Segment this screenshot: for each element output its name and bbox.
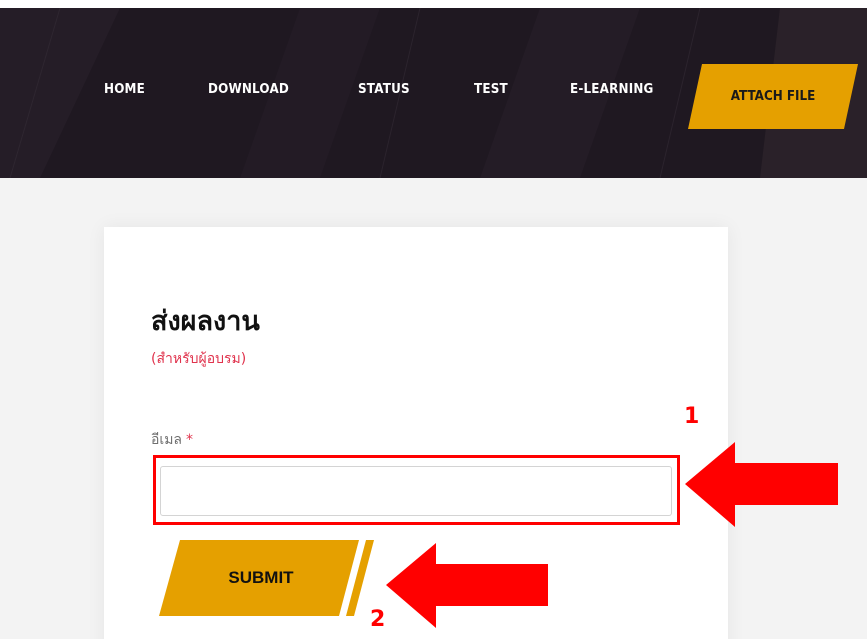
- nav-item-attach-file[interactable]: ATTACH FILE: [688, 64, 858, 129]
- nav-item-attach-file-label: ATTACH FILE: [730, 89, 816, 104]
- annotation-number-2: 2: [370, 607, 386, 632]
- arrow-left-icon: [685, 442, 838, 527]
- nav-item-test[interactable]: TEST: [474, 82, 508, 97]
- page: HOME DOWNLOAD STATUS TEST E-LEARNING ATT…: [0, 0, 867, 639]
- nav-item-e-learning[interactable]: E-LEARNING: [570, 82, 654, 97]
- main-nav: HOME DOWNLOAD STATUS TEST E-LEARNING ATT…: [0, 8, 867, 178]
- annotation-highlight-box: [153, 455, 680, 525]
- submit-button-group: SUBMIT: [159, 540, 379, 616]
- annotation-number-1: 1: [684, 404, 700, 429]
- nav-item-home[interactable]: HOME: [104, 82, 145, 97]
- site-header: HOME DOWNLOAD STATUS TEST E-LEARNING ATT…: [0, 8, 867, 178]
- arrow-left-icon: [386, 543, 548, 628]
- required-mark: *: [186, 432, 194, 448]
- submit-button-label: SUBMIT: [228, 568, 294, 587]
- top-strip: [0, 0, 867, 8]
- email-label-text: อีเมล: [151, 432, 183, 448]
- submit-button[interactable]: SUBMIT: [159, 540, 359, 616]
- nav-item-status[interactable]: STATUS: [358, 82, 410, 97]
- nav-item-download[interactable]: DOWNLOAD: [208, 82, 289, 97]
- email-field-label: อีเมล *: [151, 429, 193, 451]
- form-title: ส่งผลงาน: [151, 306, 260, 337]
- form-subtitle: (สำหรับผู้อบรม): [151, 351, 247, 367]
